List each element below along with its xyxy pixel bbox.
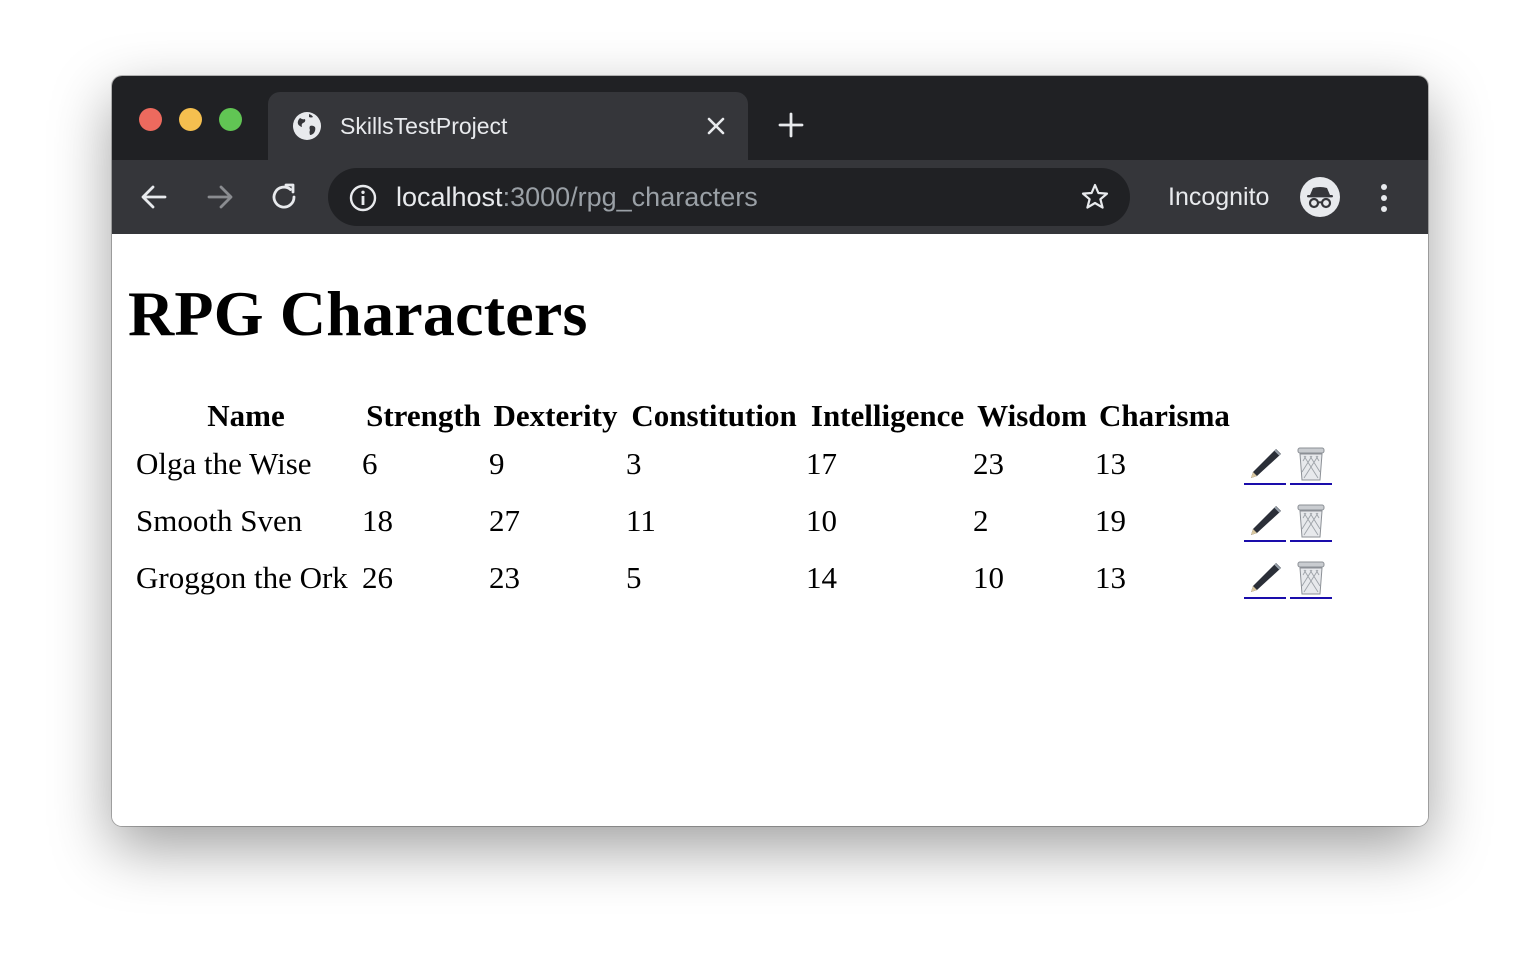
browser-toolbar: localhost:3000/rpg_characters Incognito (112, 160, 1428, 234)
zoom-window-button[interactable] (219, 108, 242, 131)
page-content: RPG Characters Name Strength Dexterity C… (112, 234, 1428, 826)
trash-icon (1297, 504, 1325, 538)
delete-link[interactable] (1290, 502, 1332, 542)
cell-strength: 26 (362, 560, 393, 596)
back-arrow-icon[interactable] (138, 181, 170, 213)
browser-tab[interactable]: SkillsTestProject (268, 92, 748, 162)
cell-constitution: 11 (626, 503, 656, 539)
cell-intelligence: 14 (806, 560, 837, 596)
pencil-icon (1251, 505, 1281, 535)
info-icon[interactable] (348, 183, 378, 213)
characters-table: Name Strength Dexterity Constitution Int… (130, 394, 1342, 609)
column-header-dexterity: Dexterity (493, 398, 618, 433)
table-body: Olga the Wise 6 9 3 17 23 13 Smooth Sven… (134, 438, 1338, 605)
table-row: Olga the Wise 6 9 3 17 23 13 (134, 438, 1338, 491)
cell-actions (1238, 552, 1338, 605)
cell-wisdom: 23 (973, 446, 1004, 482)
cell-dexterity: 9 (489, 446, 505, 482)
cell-intelligence: 17 (806, 446, 837, 482)
cell-name: Olga the Wise (136, 446, 312, 482)
column-header-constitution: Constitution (631, 398, 797, 433)
address-bar[interactable]: localhost:3000/rpg_characters (328, 168, 1130, 226)
pencil-icon (1251, 562, 1281, 592)
edit-link[interactable] (1244, 559, 1286, 599)
reload-icon[interactable] (268, 181, 300, 213)
incognito-label: Incognito (1168, 183, 1270, 211)
cell-dexterity: 23 (489, 560, 520, 596)
table-row: Smooth Sven 18 27 11 10 2 19 (134, 495, 1338, 548)
minimize-window-button[interactable] (179, 108, 202, 131)
new-tab-icon[interactable] (778, 112, 804, 138)
page-title: RPG Characters (128, 278, 588, 349)
trash-icon (1297, 447, 1325, 481)
cell-constitution: 3 (626, 446, 642, 482)
close-icon[interactable] (706, 116, 726, 136)
cell-charisma: 13 (1095, 560, 1126, 596)
trash-icon (1297, 561, 1325, 595)
cell-dexterity: 27 (489, 503, 520, 539)
cell-intelligence: 10 (806, 503, 837, 539)
edit-link[interactable] (1244, 445, 1286, 485)
url-host: localhost (396, 182, 503, 212)
column-header-name: Name (207, 398, 285, 433)
browser-window: SkillsTestProject localhost:3000/rpg_cha… (112, 76, 1428, 826)
cell-charisma: 19 (1095, 503, 1126, 539)
cell-charisma: 13 (1095, 446, 1126, 482)
table-header-row: Name Strength Dexterity Constitution Int… (134, 398, 1338, 434)
edit-link[interactable] (1244, 502, 1286, 542)
cell-strength: 18 (362, 503, 393, 539)
cell-constitution: 5 (626, 560, 642, 596)
url-text[interactable]: localhost:3000/rpg_characters (396, 182, 758, 212)
cell-name: Groggon the Ork (136, 560, 348, 596)
delete-link[interactable] (1290, 445, 1332, 485)
cell-actions (1238, 495, 1338, 548)
close-window-button[interactable] (139, 108, 162, 131)
column-header-intelligence: Intelligence (810, 398, 965, 433)
table-row: Groggon the Ork 26 23 5 14 10 13 (134, 552, 1338, 605)
forward-arrow-icon[interactable] (204, 181, 236, 213)
url-path: :3000/rpg_characters (502, 182, 758, 212)
cell-wisdom: 10 (973, 560, 1004, 596)
bookmark-star-icon[interactable] (1080, 182, 1110, 212)
delete-link[interactable] (1290, 559, 1332, 599)
column-header-charisma: Charisma (1099, 398, 1230, 433)
tab-title: SkillsTestProject (340, 113, 508, 139)
cell-strength: 6 (362, 446, 378, 482)
column-header-wisdom: Wisdom (977, 398, 1087, 433)
globe-icon (293, 112, 321, 140)
incognito-icon[interactable] (1300, 177, 1340, 217)
cell-wisdom: 2 (973, 503, 989, 539)
cell-actions (1238, 438, 1338, 491)
more-menu-icon[interactable] (1374, 182, 1394, 214)
pencil-icon (1251, 448, 1281, 478)
title-bar: SkillsTestProject (112, 76, 1428, 162)
cell-name: Smooth Sven (136, 503, 303, 539)
column-header-strength: Strength (366, 398, 481, 433)
column-header-actions (1238, 398, 1338, 434)
